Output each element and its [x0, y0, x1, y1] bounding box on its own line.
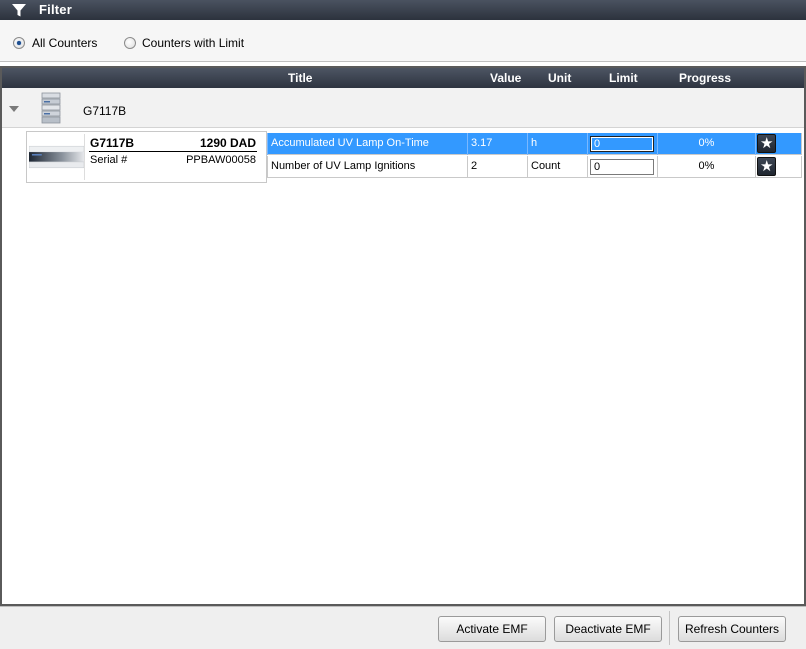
- lc-stack-icon: [41, 92, 61, 124]
- counters-with-limit-radio[interactable]: [124, 37, 136, 49]
- module-group-row[interactable]: G7117B: [2, 88, 804, 128]
- bottom-toolbar: Activate EMF Deactivate EMF Refresh Coun…: [0, 606, 806, 649]
- funnel-icon: [12, 4, 26, 17]
- filter-header: Filter: [0, 0, 806, 20]
- column-value[interactable]: Value: [490, 71, 521, 85]
- limit-input[interactable]: 0: [590, 136, 654, 152]
- device-card[interactable]: G7117B 1290 DAD Serial # PPBAW00058: [26, 131, 267, 183]
- star-cell: ★: [755, 156, 779, 178]
- limit-input[interactable]: 0: [590, 159, 654, 175]
- filter-options: All Counters Counters with Limit: [0, 20, 806, 62]
- counter-limit-cell: 0: [587, 133, 657, 155]
- filter-title: Filter: [39, 2, 72, 17]
- star-icon: ★: [760, 134, 774, 152]
- device-model: G7117B: [90, 136, 135, 150]
- counter-row[interactable]: Number of UV Lamp Ignitions 2 Count 0 0%…: [267, 156, 802, 178]
- counter-unit: Count: [527, 156, 587, 178]
- star-cell: ★: [755, 133, 779, 155]
- counter-title: Accumulated UV Lamp On-Time: [267, 133, 467, 155]
- favorite-star-button[interactable]: ★: [757, 134, 776, 153]
- counter-limit-cell: 0: [587, 156, 657, 178]
- column-progress[interactable]: Progress: [679, 71, 731, 85]
- table-header: Title Value Unit Limit Progress: [2, 68, 804, 88]
- serial-label: Serial #: [90, 154, 128, 166]
- device-divider: [89, 151, 257, 152]
- star-icon: ★: [760, 157, 774, 175]
- all-counters-label[interactable]: All Counters: [32, 36, 97, 50]
- serial-value: PPBAW00058: [186, 154, 256, 166]
- counter-row[interactable]: Accumulated UV Lamp On-Time 3.17 h 0 0% …: [267, 133, 802, 155]
- device-name: 1290 DAD: [199, 136, 256, 150]
- expand-collapse-icon[interactable]: [9, 106, 19, 112]
- counter-title: Number of UV Lamp Ignitions: [267, 156, 467, 178]
- column-title[interactable]: Title: [288, 71, 312, 85]
- deactivate-emf-button[interactable]: Deactivate EMF: [554, 616, 662, 642]
- counter-value: 3.17: [467, 133, 527, 155]
- counter-progress: 0%: [657, 156, 755, 178]
- refresh-counters-button[interactable]: Refresh Counters: [678, 616, 786, 642]
- counter-progress: 0%: [657, 133, 755, 155]
- toolbar-divider: [669, 611, 670, 645]
- counters-panel: Title Value Unit Limit Progress G7117B G…: [0, 66, 806, 606]
- counters-with-limit-label[interactable]: Counters with Limit: [142, 36, 244, 50]
- activate-emf-button[interactable]: Activate EMF: [438, 616, 546, 642]
- column-unit[interactable]: Unit: [548, 71, 571, 85]
- column-limit[interactable]: Limit: [609, 71, 638, 85]
- counter-value: 2: [467, 156, 527, 178]
- favorite-star-button[interactable]: ★: [757, 157, 776, 176]
- module-group-label: G7117B: [83, 104, 127, 118]
- counter-unit: h: [527, 133, 587, 155]
- all-counters-radio[interactable]: [13, 37, 25, 49]
- detector-module-image: [29, 134, 85, 180]
